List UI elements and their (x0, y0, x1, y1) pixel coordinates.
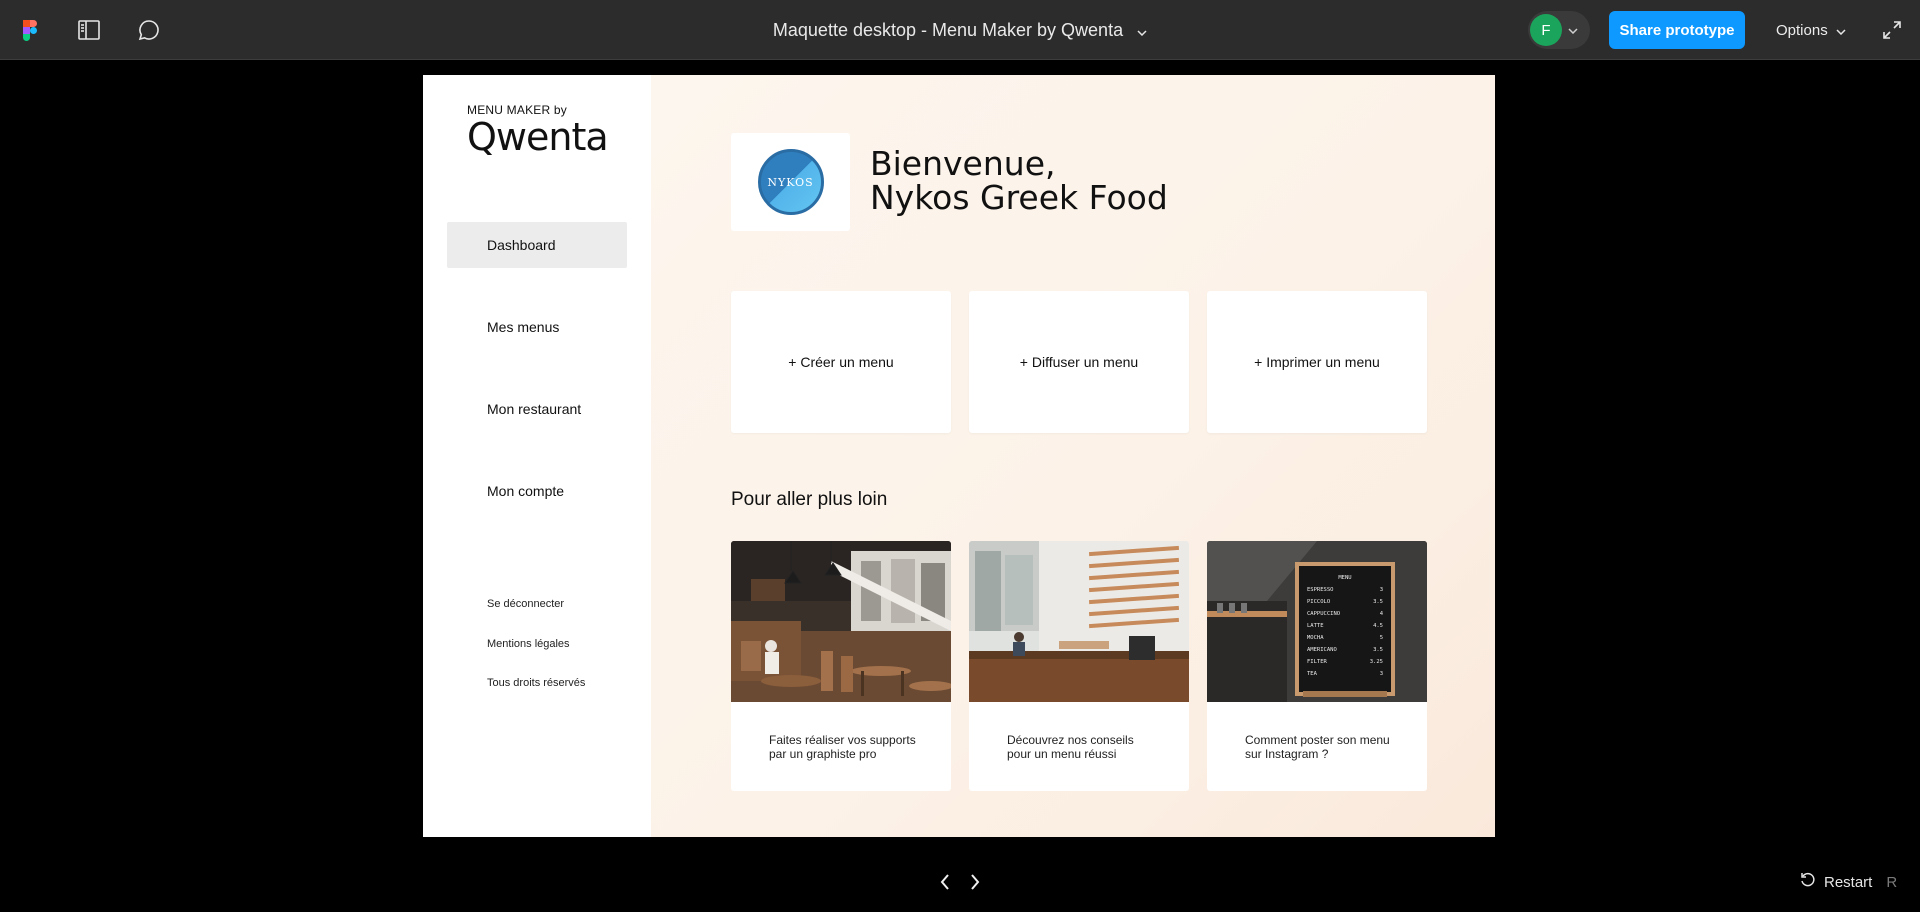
welcome-line-2: Nykos Greek Food (870, 178, 1168, 217)
sidebar-item-label: Dashboard (487, 237, 556, 253)
restaurant-logo: NYKOS (757, 149, 824, 215)
chevron-down-icon (1568, 21, 1578, 39)
restart-button[interactable]: Restart R (1800, 870, 1897, 894)
qwenta-logo[interactable]: MENU MAKER by Qwenta (467, 103, 609, 159)
article-card-menu-tips[interactable]: Découvrez nos conseils pour un menu réus… (969, 541, 1189, 791)
chevron-down-icon (1836, 22, 1846, 39)
restart-label: Restart (1824, 873, 1873, 891)
print-menu-card[interactable]: + Imprimer un menu (1207, 291, 1427, 433)
chevron-down-icon (1137, 20, 1147, 41)
create-menu-label: + Créer un menu (788, 354, 894, 370)
legal-notices-link[interactable]: Mentions légales (487, 638, 570, 650)
chevron-left-icon[interactable] (933, 870, 957, 894)
menu-board-row: CAPPUCCINO 4 (1307, 611, 1383, 617)
sidebar-item-mon-restaurant[interactable]: Mon restaurant (447, 386, 627, 432)
menu-board-row: LATTE 4.5 (1307, 623, 1383, 629)
welcome-heading: Bienvenue, Nykos Greek Food (870, 147, 1168, 215)
logo-wordmark: Qwenta (467, 115, 609, 159)
user-avatar-menu[interactable]: F (1528, 11, 1590, 49)
app-sidebar: MENU MAKER by Qwenta Dashboard Mes menus… (423, 75, 651, 837)
menu-board: MENU ESPRESSO 3 PICCOLO 3.5 CAPPUCCINO 4 LA… (1299, 566, 1391, 692)
menu-board-title: MENU (1338, 575, 1352, 581)
cafe-counter-image (969, 541, 1189, 702)
menu-board-row: AMERICANO 3.5 (1307, 647, 1383, 653)
document-title: Maquette desktop - Menu Maker by Qwenta (772, 19, 1124, 40)
sidebar-item-mes-menus[interactable]: Mes menus (447, 304, 627, 350)
sidebar-item-label: Mon compte (487, 483, 565, 499)
avatar: F (1530, 14, 1562, 46)
sidebar-item-dashboard[interactable]: Dashboard (447, 222, 627, 268)
welcome-line-1: Bienvenue, (870, 144, 1056, 183)
menu-board-image: MENU ESPRESSO 3 PICCOLO 3.5 CAPPUCCINO 4 LA… (1207, 541, 1427, 702)
chevron-right-icon[interactable] (963, 870, 987, 894)
sidebar-item-label: Mon restaurant (487, 401, 582, 417)
prototype-frame: MENU MAKER by Qwenta Dashboard Mes menus… (423, 75, 1495, 837)
restaurant-logo-card: NYKOS (731, 133, 850, 231)
sidebar-panel-icon[interactable] (73, 14, 105, 46)
share-prototype-button[interactable]: Share prototype (1609, 11, 1745, 49)
restart-shortcut-key: R (1886, 873, 1898, 891)
publish-menu-card[interactable]: + Diffuser un menu (969, 291, 1189, 433)
menu-board-row: TEA 3 (1307, 671, 1383, 677)
figma-logo-icon[interactable] (14, 14, 46, 46)
article-text: Faites réaliser vos supports par un grap… (769, 732, 916, 761)
sidebar-item-label: Mes menus (487, 319, 560, 335)
publish-menu-label: + Diffuser un menu (1019, 354, 1139, 370)
article-text: Comment poster son menu sur Instagram ? (1245, 732, 1390, 761)
menu-board-row: ESPRESSO 3 (1307, 587, 1383, 593)
dashboard-main: NYKOS Bienvenue, Nykos Greek Food + Crée… (651, 75, 1495, 837)
comment-icon[interactable] (133, 14, 165, 46)
article-text: Découvrez nos conseils pour un menu réus… (1007, 732, 1134, 761)
menu-board-row: PICCOLO 3.5 (1307, 599, 1383, 605)
article-card-instagram[interactable]: MENU ESPRESSO 3 PICCOLO 3.5 CAPPUCCINO 4 LA… (1207, 541, 1427, 791)
document-title-dropdown[interactable]: Maquette desktop - Menu Maker by Qwenta (773, 20, 1147, 41)
logout-link[interactable]: Se déconnecter (487, 598, 564, 610)
restaurant-interior-image (731, 541, 951, 702)
restart-icon (1800, 872, 1816, 892)
menu-board-row: MOCHA 5 (1307, 635, 1383, 641)
sidebar-item-mon-compte[interactable]: Mon compte (447, 468, 627, 514)
expand-icon[interactable] (1876, 14, 1908, 46)
article-card-graphic-designer[interactable]: Faites réaliser vos supports par un grap… (731, 541, 951, 791)
print-menu-label: + Imprimer un menu (1254, 354, 1380, 370)
menu-board-row: FILTER 3.25 (1307, 659, 1383, 665)
restaurant-logo-text: NYKOS (767, 175, 814, 189)
all-rights-reserved-link[interactable]: Tous droits réservés (487, 677, 585, 689)
options-label: Options (1776, 21, 1828, 39)
figma-toolbar: Maquette desktop - Menu Maker by Qwenta … (0, 0, 1920, 60)
options-menu-button[interactable]: Options (1776, 11, 1846, 49)
create-menu-card[interactable]: + Créer un menu (731, 291, 951, 433)
section-title: Pour aller plus loin (731, 489, 888, 510)
